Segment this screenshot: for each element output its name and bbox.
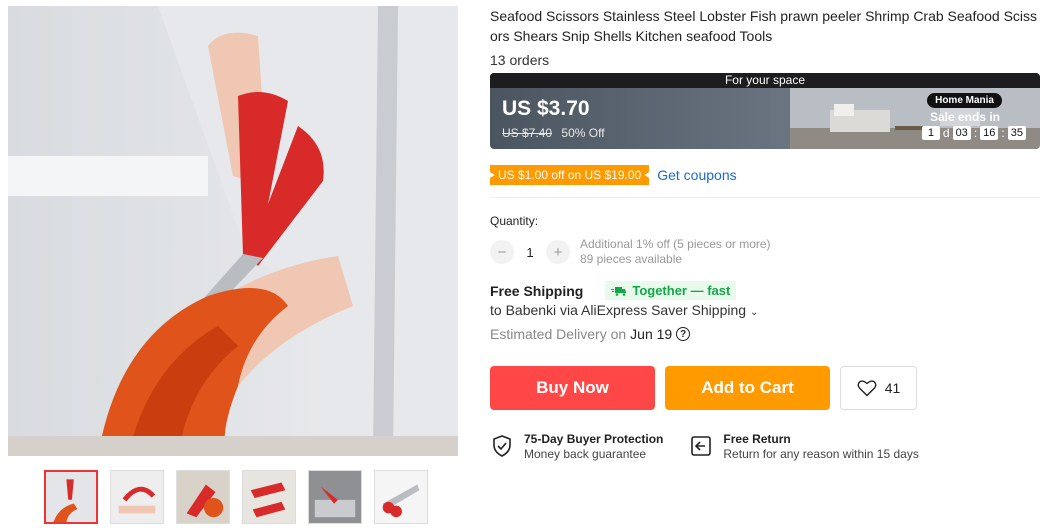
thumbnail-6[interactable] — [374, 470, 428, 524]
delivery-estimate: Estimated Delivery on Jun 19 ? — [490, 326, 1042, 342]
free-return: Free Return Return for any reason within… — [689, 432, 919, 461]
shipping-method-selector[interactable]: to Babenki via AliExpress Saver Shipping… — [490, 302, 1042, 318]
chevron-down-icon: ⌄ — [749, 307, 759, 318]
discount-label: 50% Off — [561, 126, 605, 140]
product-info: Seafood Scissors Stainless Steel Lobster… — [490, 6, 1042, 461]
guarantee-title: Free Return — [723, 432, 791, 446]
countdown-days-unit: d — [942, 126, 950, 140]
add-to-cart-button[interactable]: Add to Cart — [665, 366, 830, 410]
shipping-badge: Together — fast — [605, 281, 737, 300]
thumbnail-3[interactable] — [176, 470, 230, 524]
thumbnail-1[interactable] — [44, 470, 98, 524]
countdown-sep: : — [973, 126, 978, 140]
wishlist-count: 41 — [884, 380, 901, 396]
quantity-increase-button[interactable]: + — [546, 240, 570, 264]
countdown-sep: : — [1001, 126, 1005, 140]
countdown-hours: 03 — [952, 126, 971, 140]
truck-icon — [611, 286, 627, 296]
countdown-seconds: 35 — [1007, 126, 1026, 140]
guarantees: 75-Day Buyer Protection Money back guara… — [490, 432, 1042, 461]
sale-ends-label: Sale ends in — [929, 110, 1000, 124]
heart-icon — [857, 380, 877, 397]
wishlist-button[interactable]: 41 — [840, 366, 917, 410]
thumbnail-4[interactable] — [242, 470, 296, 524]
action-buttons: Buy Now Add to Cart 41 — [490, 366, 1042, 410]
buy-now-button[interactable]: Buy Now — [490, 366, 655, 410]
quantity-label: Quantity: — [490, 214, 539, 228]
shipping-badge-label: Together — fast — [632, 283, 731, 298]
product-photo — [8, 6, 458, 456]
price-banner: For your space US $3.70 US $7.40 50% Off… — [490, 73, 1040, 149]
guarantee-subtitle: Return for any reason within 15 days — [723, 447, 919, 461]
shipping-destination: to Babenki via AliExpress Saver Shipping — [490, 302, 747, 318]
delivery-label: Estimated Delivery on — [490, 326, 627, 342]
get-coupons-link[interactable]: Get coupons — [657, 167, 736, 183]
shield-check-icon — [493, 435, 511, 457]
shipping-title: Free Shipping — [490, 282, 584, 299]
thumbnail-strip — [44, 470, 428, 524]
quantity-value[interactable]: 1 — [514, 245, 546, 260]
return-icon — [691, 436, 712, 456]
buyer-protection: 75-Day Buyer Protection Money back guara… — [490, 432, 663, 461]
order-count: 13 orders — [490, 52, 550, 68]
price-details: US $7.40 50% Off — [502, 126, 605, 140]
coupon-row: US $1.00 off on US $19.00 Get coupons — [490, 165, 1042, 185]
countdown-days: 1 — [921, 126, 940, 140]
main-product-image[interactable] — [8, 6, 458, 456]
shipping-header: Free Shipping Together — fast — [490, 281, 1042, 300]
store-badge[interactable]: Home Mania — [927, 93, 1002, 108]
banner-label: For your space — [490, 73, 1040, 88]
help-icon[interactable]: ? — [676, 327, 691, 341]
product-title: Seafood Scissors Stainless Steel Lobster… — [490, 8, 1038, 44]
bulk-discount-note: Additional 1% off (5 pieces or more) — [580, 237, 771, 251]
original-price: US $7.40 — [502, 126, 553, 140]
thumbnail-2[interactable] — [110, 470, 164, 524]
coupon-tag[interactable]: US $1.00 off on US $19.00 — [490, 165, 650, 185]
stock-available: 89 pieces available — [580, 252, 683, 266]
guarantee-title: 75-Day Buyer Protection — [524, 432, 664, 446]
countdown-minutes: 16 — [980, 126, 999, 140]
quantity-decrease-button[interactable]: − — [490, 240, 514, 264]
divider — [490, 197, 1040, 198]
delivery-date: Jun 19 — [630, 326, 673, 342]
guarantee-subtitle: Money back guarantee — [524, 447, 647, 461]
quantity-stepper: − 1 + Additional 1% off (5 pieces or mor… — [490, 237, 1042, 267]
quantity-info: Additional 1% off (5 pieces or more) 89 … — [580, 237, 771, 267]
thumbnail-5[interactable] — [308, 470, 362, 524]
sale-price: US $3.70 — [502, 97, 590, 120]
countdown-timer: 1 d 03 : 16 : 35 — [921, 126, 1026, 140]
